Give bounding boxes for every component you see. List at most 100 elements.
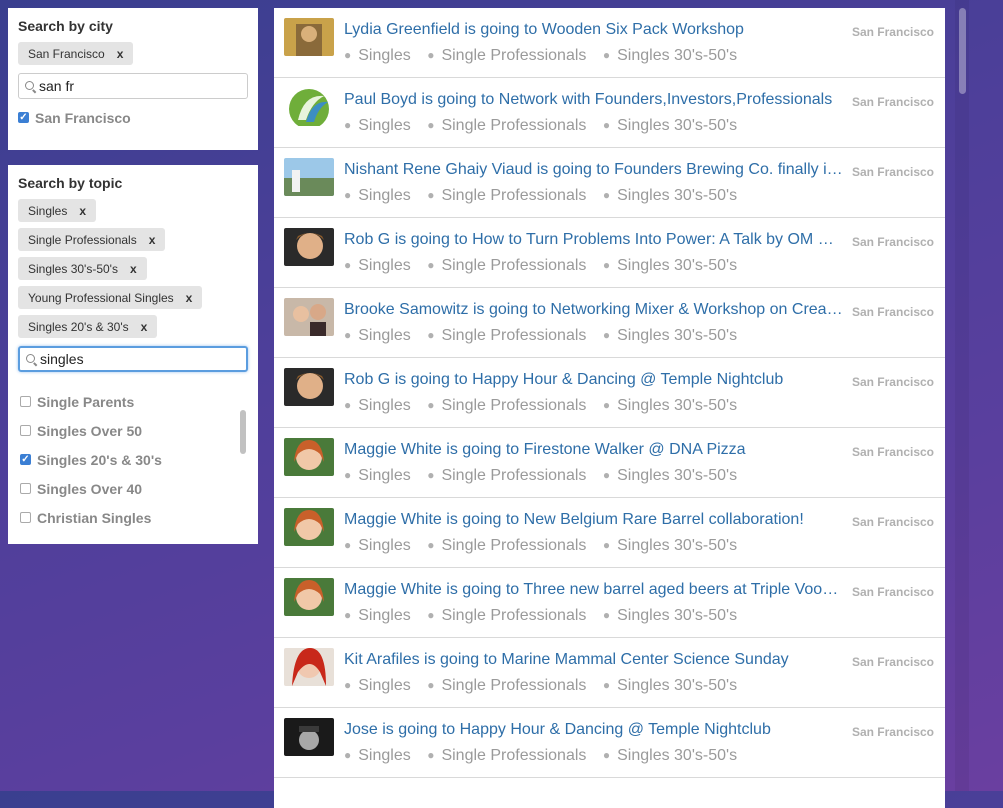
feed-item[interactable]: Kit Arafiles is going to Marine Mammal C…: [274, 638, 945, 708]
feed-item-title[interactable]: Jose is going to Happy Hour & Dancing @ …: [344, 721, 844, 739]
topic-chip-remove-button[interactable]: x: [79, 204, 86, 218]
feed-item-title[interactable]: Nishant Rene Ghaiy Viaud is going to Fou…: [344, 161, 844, 179]
topic-search-box[interactable]: [18, 346, 248, 372]
topic-list-scrollbar-thumb[interactable]: [240, 410, 246, 454]
topic-chip: Young Professional Singles x: [18, 286, 203, 309]
feed-item-tag: Single Professionals: [441, 47, 587, 64]
topic-option[interactable]: Singles 20's & 30's: [18, 445, 246, 474]
city-search-box[interactable]: [18, 73, 248, 99]
avatar[interactable]: [284, 298, 334, 336]
feed-item-tags: ● Singles ● Single Professionals ● Singles …: [344, 117, 738, 134]
feed-item-title[interactable]: Lydia Greenfield is going to Wooden Six …: [344, 21, 844, 39]
avatar[interactable]: [284, 18, 334, 56]
avatar[interactable]: [284, 648, 334, 686]
feed-item[interactable]: Rob G is going to Happy Hour & Dancing @…: [274, 358, 945, 428]
feed-item-tag: Singles 30's-50's: [617, 537, 738, 554]
feed-item-tags: ● Singles ● Single Professionals ● Singles …: [344, 537, 738, 554]
feed-item-city: San Francisco: [851, 515, 934, 529]
avatar[interactable]: [284, 718, 334, 756]
feed-item-tags: ● Singles ● Single Professionals ● Singles …: [344, 397, 738, 414]
topic-options-list[interactable]: Single Parents Singles Over 50 Singles 2…: [18, 387, 246, 539]
feed-item-tag: Single Professionals: [441, 257, 587, 274]
topic-chip: Singles 20's & 30's x: [18, 315, 158, 338]
topic-chip-remove-button[interactable]: x: [130, 262, 137, 276]
feed-item[interactable]: Maggie White is going to Three new barre…: [274, 568, 945, 638]
feed-item-city: San Francisco: [851, 305, 934, 319]
feed-item-city: San Francisco: [851, 25, 934, 39]
feed-item-tag: Singles: [358, 47, 411, 64]
feed-item-tag: Single Professionals: [441, 467, 587, 484]
avatar[interactable]: [284, 578, 334, 616]
topic-chip: Singles x: [18, 199, 97, 222]
feed-item-tag: Singles: [358, 467, 411, 484]
topic-search-input[interactable]: [36, 351, 240, 367]
feed-item-tag: Singles 30's-50's: [617, 117, 738, 134]
feed-item-tag: Singles 30's-50's: [617, 257, 738, 274]
feed-item-tags: ● Singles ● Single Professionals ● Singles …: [344, 327, 738, 344]
avatar[interactable]: [284, 158, 334, 196]
feed-item[interactable]: Maggie White is going to Firestone Walke…: [274, 428, 945, 498]
feed-item-city: San Francisco: [851, 235, 934, 249]
feed-item-tag: Singles: [358, 117, 411, 134]
topic-option-checkbox[interactable]: [20, 512, 31, 523]
topic-chip-label: Singles 30's-50's: [28, 261, 118, 276]
feed-item-tags: ● Singles ● Single Professionals ● Singles …: [344, 677, 738, 694]
feed-item-title[interactable]: Rob G is going to How to Turn Problems I…: [344, 231, 844, 249]
feed-item[interactable]: Brooke Samowitz is going to Networking M…: [274, 288, 945, 358]
topic-option[interactable]: Singles Over 50: [18, 416, 246, 445]
feed-item[interactable]: Nishant Rene Ghaiy Viaud is going to Fou…: [274, 148, 945, 218]
topic-option-checkbox[interactable]: [20, 396, 31, 407]
feed-item-tag: Single Professionals: [441, 537, 587, 554]
page-scrollbar[interactable]: [955, 0, 969, 791]
topic-option-checkbox[interactable]: [20, 483, 31, 494]
topic-option-label: Single Parents: [37, 393, 135, 410]
feed-item-city: San Francisco: [851, 445, 934, 459]
feed-item-tag: Single Professionals: [441, 677, 587, 694]
feed-item-title[interactable]: Maggie White is going to Firestone Walke…: [344, 441, 844, 459]
avatar[interactable]: [284, 438, 334, 476]
avatar[interactable]: [284, 368, 334, 406]
topic-option-label: Singles Over 40: [37, 480, 143, 497]
feed-item-tag: Single Professionals: [441, 117, 587, 134]
topic-chip-remove-button[interactable]: x: [141, 320, 148, 334]
topic-option[interactable]: Single Parents: [18, 387, 246, 416]
page-scrollbar-thumb[interactable]: [959, 8, 966, 94]
feed-item-title[interactable]: Kit Arafiles is going to Marine Mammal C…: [344, 651, 844, 669]
city-chip: San Francisco x: [18, 42, 134, 65]
feed-item-tag: Singles: [358, 397, 411, 414]
city-option-checkbox[interactable]: [18, 112, 29, 123]
avatar[interactable]: [284, 508, 334, 546]
feed-item[interactable]: Paul Boyd is going to Network with Found…: [274, 78, 945, 148]
city-option-label: San Francisco: [35, 109, 131, 126]
topic-chip: Single Professionals x: [18, 228, 166, 251]
feed-item-tag: Single Professionals: [441, 327, 587, 344]
feed-item-title[interactable]: Paul Boyd is going to Network with Found…: [344, 91, 844, 109]
feed-item-tag: Single Professionals: [441, 397, 587, 414]
avatar[interactable]: [284, 88, 334, 126]
topic-list-scrollbar[interactable]: [240, 380, 246, 530]
feed-item[interactable]: Jose is going to Happy Hour & Dancing @ …: [274, 708, 945, 778]
topic-option-checkbox[interactable]: [20, 454, 31, 465]
city-filter-panel: Search by city San Francisco x San Franc…: [8, 8, 258, 150]
feed-item-tag: Singles: [358, 327, 411, 344]
avatar[interactable]: [284, 228, 334, 266]
feed-item-title[interactable]: Brooke Samowitz is going to Networking M…: [344, 301, 844, 319]
city-search-input[interactable]: [35, 78, 241, 94]
feed-item-city: San Francisco: [851, 95, 934, 109]
feed-item-title[interactable]: Maggie White is going to Three new barre…: [344, 581, 844, 599]
feed-item[interactable]: Lydia Greenfield is going to Wooden Six …: [274, 8, 945, 78]
topic-chip-remove-button[interactable]: x: [186, 291, 193, 305]
search-icon: [26, 354, 36, 364]
city-option[interactable]: San Francisco: [18, 103, 248, 132]
feed-item[interactable]: Maggie White is going to New Belgium Rar…: [274, 498, 945, 568]
topic-chip-remove-button[interactable]: x: [149, 233, 156, 247]
feed-item-title[interactable]: Maggie White is going to New Belgium Rar…: [344, 511, 844, 529]
city-chip-remove-button[interactable]: x: [117, 47, 124, 61]
feed-item-tag: Singles 30's-50's: [617, 327, 738, 344]
topic-option[interactable]: Christian Singles: [18, 503, 246, 532]
topic-option-checkbox[interactable]: [20, 425, 31, 436]
feed-item-title[interactable]: Rob G is going to Happy Hour & Dancing @…: [344, 371, 844, 389]
feed-item-tags: ● Singles ● Single Professionals ● Singles …: [344, 467, 738, 484]
feed-item[interactable]: Rob G is going to How to Turn Problems I…: [274, 218, 945, 288]
topic-option[interactable]: Singles Over 40: [18, 474, 246, 503]
